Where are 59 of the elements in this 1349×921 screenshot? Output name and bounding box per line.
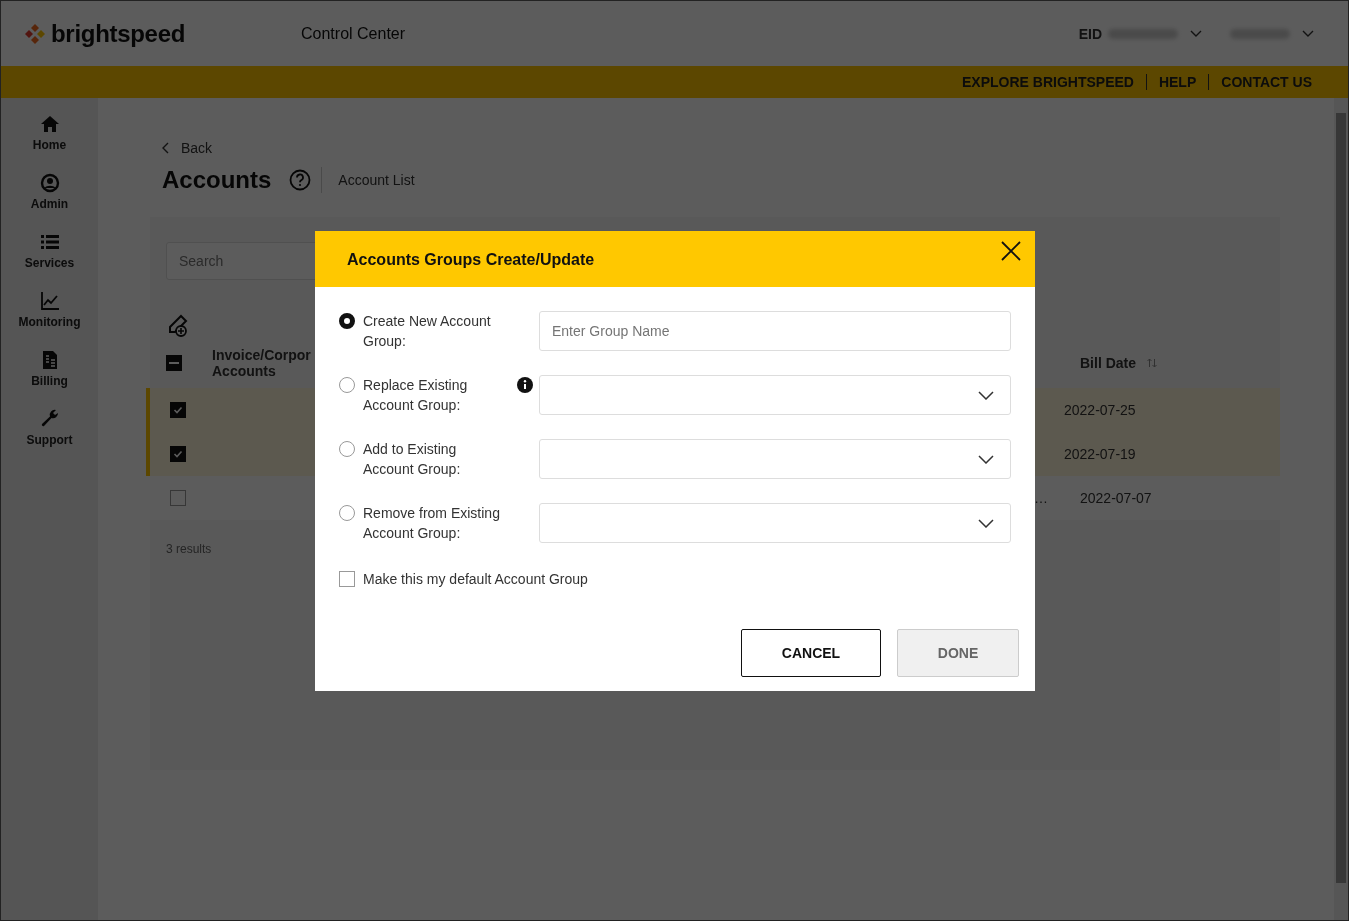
sidebar-item[interactable]: Services (9, 232, 90, 270)
eid-label: EID (1078, 25, 1102, 42)
group-name-field[interactable]: Enter Group Name (539, 311, 1011, 351)
wrench-icon (39, 409, 60, 429)
row-checkbox[interactable] (170, 490, 186, 506)
help-icon[interactable] (289, 169, 312, 191)
breadcrumb: Account List (338, 172, 415, 188)
option-label[interactable]: Create New Account Group: (363, 311, 503, 351)
chevron-down-icon[interactable] (1302, 29, 1314, 38)
edit-add-icon[interactable] (166, 314, 190, 338)
back-link[interactable]: Back (162, 140, 213, 156)
close-icon[interactable] (1001, 241, 1021, 261)
option-label[interactable]: Add to Existing Account Group: (363, 439, 503, 479)
chart-icon (39, 291, 60, 311)
radio-button[interactable] (339, 377, 355, 393)
brand-name[interactable]: brightspeed (51, 19, 186, 48)
sort-icon[interactable] (1146, 357, 1158, 369)
logo-icon (25, 23, 45, 44)
chevron-down-icon[interactable] (1190, 29, 1202, 38)
row-checkbox[interactable] (170, 402, 186, 418)
list-icon (39, 232, 60, 252)
page-title: Accounts (162, 166, 272, 194)
check-icon (172, 448, 184, 460)
cancel-button[interactable]: CANCEL (741, 629, 881, 677)
top-link[interactable]: EXPLORE BRIGHTSPEED (950, 74, 1146, 90)
column-header[interactable]: Bill Date (1080, 355, 1136, 371)
option-label[interactable]: Replace Existing Account Group: (363, 375, 503, 415)
select-all-checkbox[interactable] (166, 355, 182, 371)
app-title: Control Center (301, 24, 406, 43)
info-icon[interactable] (517, 377, 533, 393)
checkbox-label[interactable]: Make this my default Account Group (363, 569, 588, 589)
sidebar-item[interactable]: Monitoring (9, 291, 90, 329)
row-checkbox[interactable] (170, 446, 186, 462)
chevron-down-icon (978, 518, 994, 528)
radio-button[interactable] (339, 313, 355, 329)
sidebar-item[interactable]: Support (9, 409, 90, 447)
check-icon (172, 404, 184, 416)
chevron-down-icon (978, 454, 994, 464)
user-icon (39, 173, 60, 193)
scrollbar[interactable] (1334, 98, 1348, 920)
dropdown-field[interactable] (539, 503, 1011, 543)
home-icon (39, 114, 60, 134)
dropdown-field[interactable] (539, 439, 1011, 479)
table-cell-text: 2022-07-19 (1064, 446, 1137, 462)
top-link[interactable]: HELP (1146, 74, 1209, 90)
table-cell-text: 2022-07-07 (1080, 490, 1153, 506)
top-link[interactable]: CONTACT US (1209, 74, 1324, 90)
sidebar-item[interactable]: Admin (9, 173, 90, 211)
table-cell: … (1034, 490, 1048, 506)
chevron-down-icon (978, 390, 994, 400)
sidebar-item[interactable]: Home (9, 114, 90, 152)
table-cell-text: 2022-07-25 (1064, 402, 1137, 418)
option-label[interactable]: Remove from Existing Account Group: (363, 503, 503, 543)
default-checkbox[interactable] (339, 571, 355, 587)
radio-button[interactable] (339, 505, 355, 521)
radio-button[interactable] (339, 441, 355, 457)
sidebar-item[interactable]: Billing (9, 350, 90, 388)
dropdown-field[interactable] (539, 375, 1011, 415)
chevron-left-icon (162, 142, 170, 154)
